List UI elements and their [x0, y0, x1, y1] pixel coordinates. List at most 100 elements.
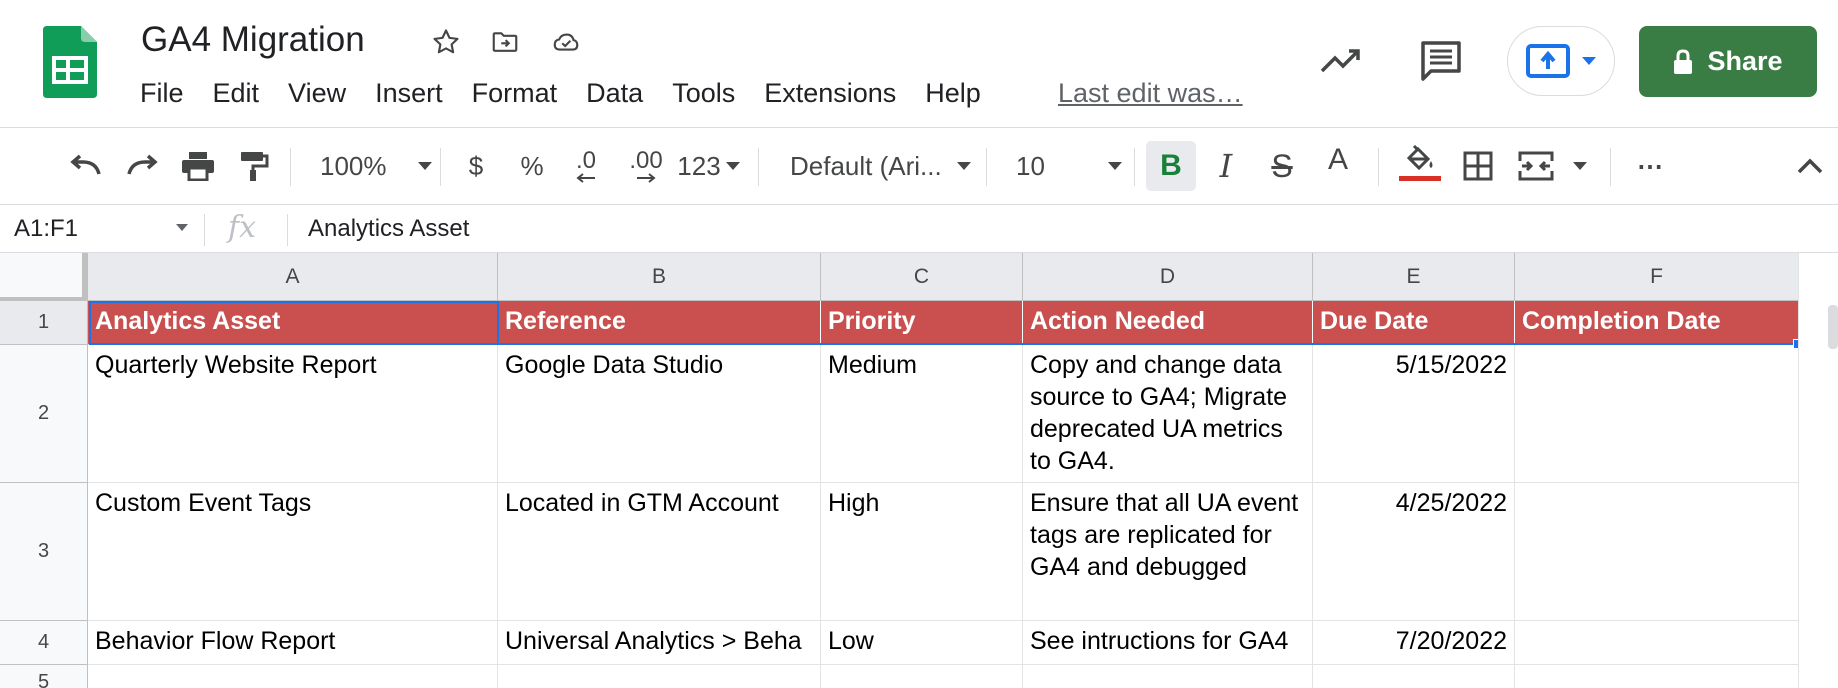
column-header-f[interactable]: F: [1515, 253, 1799, 301]
cell-e1[interactable]: Due Date: [1313, 301, 1515, 345]
present-icon: [1525, 43, 1571, 79]
font-size-value: 10: [1016, 150, 1045, 181]
cell-c5[interactable]: [821, 665, 1023, 688]
column-header-e[interactable]: E: [1313, 253, 1515, 301]
percent-format-button[interactable]: %: [516, 141, 548, 191]
menu-format[interactable]: Format: [472, 78, 558, 109]
cell-d1[interactable]: Action Needed: [1023, 301, 1313, 345]
number-format-label: 123: [677, 150, 721, 181]
present-button[interactable]: [1507, 26, 1615, 96]
cell-b3[interactable]: Located in GTM Account: [498, 483, 821, 621]
move-folder-icon[interactable]: [487, 24, 523, 60]
menu-tools[interactable]: Tools: [672, 78, 735, 109]
menu-file[interactable]: File: [140, 78, 184, 109]
row-header-5[interactable]: 5: [0, 665, 88, 688]
number-format-select[interactable]: 123: [676, 141, 742, 191]
cell-f3[interactable]: [1515, 483, 1799, 621]
column-header-d[interactable]: D: [1023, 253, 1313, 301]
collapse-toolbar-icon[interactable]: [1788, 141, 1832, 191]
menu-edit[interactable]: Edit: [213, 78, 260, 109]
cell-f1[interactable]: Completion Date: [1515, 301, 1799, 345]
font-family-select[interactable]: Default (Ari...: [780, 141, 978, 191]
column-header-c[interactable]: C: [821, 253, 1023, 301]
menu-data[interactable]: Data: [586, 78, 643, 109]
font-family-value: Default (Ari...: [790, 150, 942, 181]
fill-color-button[interactable]: [1396, 141, 1444, 191]
trend-icon[interactable]: [1318, 40, 1364, 80]
currency-format-button[interactable]: $: [460, 141, 492, 191]
cell-e3[interactable]: 4/25/2022: [1313, 483, 1515, 621]
cell-b5[interactable]: [498, 665, 821, 688]
italic-button[interactable]: I: [1204, 141, 1248, 191]
decrease-decimal-label: .0: [575, 147, 596, 174]
cell-a4[interactable]: Behavior Flow Report: [88, 621, 498, 665]
cell-b4[interactable]: Universal Analytics > Beha: [498, 621, 821, 665]
decrease-decimal-button[interactable]: .0: [566, 141, 606, 191]
cell-a3[interactable]: Custom Event Tags: [88, 483, 498, 621]
last-edit-link[interactable]: Last edit was…: [1058, 78, 1243, 109]
cell-a5[interactable]: [88, 665, 498, 688]
menu-extensions[interactable]: Extensions: [764, 78, 896, 109]
undo-icon[interactable]: [64, 141, 108, 191]
fill-color-swatch: [1399, 176, 1441, 181]
column-header-a[interactable]: A: [88, 253, 498, 301]
font-family-dropdown-icon: [956, 161, 972, 171]
cell-f2[interactable]: [1515, 345, 1799, 483]
formula-input[interactable]: Analytics Asset: [308, 206, 469, 252]
print-icon[interactable]: [176, 141, 220, 191]
cell-c4[interactable]: Low: [821, 621, 1023, 665]
redo-icon[interactable]: [120, 141, 164, 191]
cell-d2[interactable]: Copy and change data source to GA4; Migr…: [1023, 345, 1313, 483]
bold-button[interactable]: B: [1146, 141, 1196, 191]
cell-a2[interactable]: Quarterly Website Report: [88, 345, 498, 483]
zoom-select[interactable]: 100%: [300, 141, 432, 191]
document-title[interactable]: GA4 Migration: [141, 20, 365, 60]
font-size-select[interactable]: 10: [1006, 141, 1124, 191]
cell-a1[interactable]: Analytics Asset: [88, 301, 498, 345]
row-header-4[interactable]: 4: [0, 621, 88, 665]
name-box[interactable]: A1:F1: [0, 206, 200, 252]
cell-e2[interactable]: 5/15/2022: [1313, 345, 1515, 483]
menu-insert[interactable]: Insert: [375, 78, 443, 109]
name-box-dropdown-icon[interactable]: [175, 223, 189, 232]
select-all-corner[interactable]: [0, 253, 88, 301]
cell-d3[interactable]: Ensure that all UA event tags are replic…: [1023, 483, 1313, 621]
row-header-3[interactable]: 3: [0, 483, 88, 621]
borders-icon[interactable]: [1456, 141, 1500, 191]
share-button[interactable]: Share: [1639, 26, 1817, 97]
spreadsheet-grid: A B C D E F 1 2 3 4 5 Analytics Asset Re…: [0, 253, 1838, 688]
strikethrough-button[interactable]: S: [1260, 141, 1304, 191]
cell-e5[interactable]: [1313, 665, 1515, 688]
present-dropdown-icon[interactable]: [1581, 56, 1597, 66]
formula-bar: A1:F1 fx Analytics Asset: [0, 206, 1838, 253]
text-color-button[interactable]: A: [1316, 141, 1360, 191]
cloud-saved-icon[interactable]: [548, 24, 584, 60]
cell-f5[interactable]: [1515, 665, 1799, 688]
paint-format-icon[interactable]: [232, 141, 276, 191]
increase-decimal-button[interactable]: .00: [622, 141, 670, 191]
star-icon[interactable]: [428, 24, 464, 60]
cell-d5[interactable]: [1023, 665, 1313, 688]
merge-cells-button[interactable]: [1514, 141, 1592, 191]
row-header-1[interactable]: 1: [0, 301, 88, 345]
zoom-value: 100%: [320, 150, 387, 181]
menu-bar: File Edit View Insert Format Data Tools …: [140, 78, 1010, 109]
title-bar: GA4 Migration File Edit View Insert Form…: [0, 0, 1838, 126]
cell-b2[interactable]: Google Data Studio: [498, 345, 821, 483]
cell-f4[interactable]: [1515, 621, 1799, 665]
merge-dropdown-icon: [1572, 161, 1588, 171]
row-header-2[interactable]: 2: [0, 345, 88, 483]
cell-e4[interactable]: 7/20/2022: [1313, 621, 1515, 665]
sheets-logo-icon[interactable]: [43, 26, 97, 98]
cell-c3[interactable]: High: [821, 483, 1023, 621]
vertical-scrollbar-thumb[interactable]: [1828, 305, 1838, 349]
comments-icon[interactable]: [1418, 38, 1464, 84]
column-header-b[interactable]: B: [498, 253, 821, 301]
menu-view[interactable]: View: [288, 78, 346, 109]
cell-c2[interactable]: Medium: [821, 345, 1023, 483]
menu-help[interactable]: Help: [925, 78, 981, 109]
cell-c1[interactable]: Priority: [821, 301, 1023, 345]
cell-d4[interactable]: See intructions for GA4: [1023, 621, 1313, 665]
more-options-button[interactable]: ⋯: [1628, 141, 1672, 191]
cell-b1[interactable]: Reference: [498, 301, 821, 345]
